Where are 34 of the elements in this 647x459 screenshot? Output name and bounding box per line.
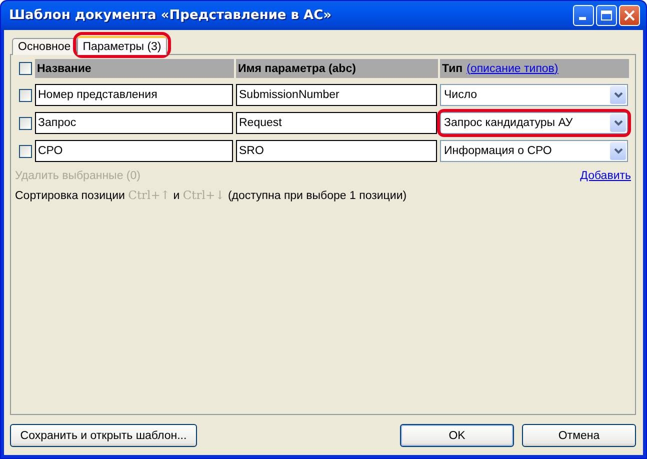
- parameter-name-input-field[interactable]: Request: [236, 112, 437, 134]
- row-checkbox[interactable]: [18, 88, 32, 102]
- minimize-button[interactable]: [573, 5, 594, 26]
- add-link[interactable]: Добавить: [580, 170, 631, 182]
- tab[interactable]: Основное: [12, 38, 77, 55]
- name-input-field[interactable]: СРО: [35, 140, 233, 162]
- parameter-name-input-field[interactable]: SRO: [236, 140, 437, 162]
- parameter-name-input-field[interactable]: SubmissionNumber: [236, 84, 437, 106]
- dialog-button[interactable]: Сохранить и открыть шаблон...: [10, 424, 197, 447]
- select-all-checkbox[interactable]: [18, 62, 32, 75]
- dialog-button[interactable]: Отмена: [522, 424, 636, 447]
- close-button[interactable]: [619, 5, 640, 26]
- window-title: Шаблон документа «Представление в АС»: [9, 8, 333, 23]
- chevron-down-icon: [614, 148, 622, 154]
- type-dropdown[interactable]: Запрос кандидатуры АУ: [440, 112, 628, 134]
- sort-hint-text: Сортировка позиции Ctrl+↑ и Ctrl+↓ (доступна при выборе 1 позиции): [15, 188, 408, 202]
- minimize-icon: [578, 17, 586, 20]
- tab[interactable]: Параметры (3): [76, 36, 168, 55]
- row-checkbox[interactable]: [18, 144, 32, 158]
- type-description-link[interactable]: (описание типов): [466, 62, 558, 74]
- row-checkbox[interactable]: [18, 116, 32, 130]
- dialog-button[interactable]: OK: [400, 424, 514, 447]
- name-input-field[interactable]: Номер представления: [35, 84, 233, 106]
- type-dropdown[interactable]: Число: [440, 84, 628, 106]
- maximize-button[interactable]: [596, 5, 617, 26]
- column-header: Тип: [442, 62, 463, 74]
- chevron-down-icon: [614, 92, 622, 98]
- chevron-down-icon: [614, 120, 622, 126]
- maximize-icon: [601, 10, 612, 21]
- name-input-field[interactable]: Запрос: [35, 112, 233, 134]
- close-icon: [624, 10, 635, 21]
- type-dropdown[interactable]: Информация о СРО: [440, 140, 628, 162]
- column-header: Имя параметра (abc): [236, 59, 438, 78]
- column-header: Название: [35, 59, 234, 78]
